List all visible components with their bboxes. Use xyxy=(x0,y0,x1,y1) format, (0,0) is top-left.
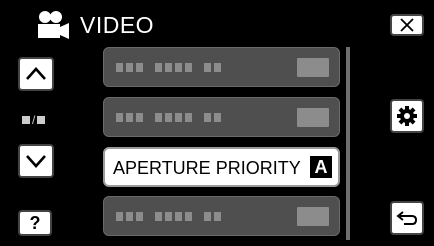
menu-item-label: APERTURE PRIORITY xyxy=(113,158,301,178)
placeholder-value xyxy=(297,58,329,77)
menu-item[interactable] xyxy=(103,196,340,236)
close-icon xyxy=(400,18,414,32)
placeholder-value xyxy=(297,207,329,226)
current-page-marker xyxy=(22,116,30,124)
placeholder-text xyxy=(116,212,221,221)
back-button[interactable] xyxy=(390,201,424,235)
placeholder-text xyxy=(116,63,221,72)
help-button[interactable]: ? xyxy=(18,210,52,236)
video-camera-icon xyxy=(36,10,70,40)
menu-item-aperture-priority[interactable]: APERTURE PRIORITY A xyxy=(103,147,340,187)
settings-button[interactable] xyxy=(390,99,424,133)
scrollbar[interactable] xyxy=(346,47,350,240)
up-arrow-icon xyxy=(26,67,46,80)
scroll-up-button[interactable] xyxy=(18,57,54,91)
page-indicator: / xyxy=(22,113,46,127)
scroll-down-button[interactable] xyxy=(18,144,54,178)
menu-item[interactable] xyxy=(103,47,340,87)
down-arrow-icon xyxy=(26,155,46,168)
page-title: VIDEO xyxy=(80,12,155,38)
aperture-mode-badge: A xyxy=(310,156,332,178)
menu-item[interactable] xyxy=(103,97,340,137)
placeholder-value xyxy=(297,108,329,127)
gear-icon xyxy=(397,106,417,126)
close-button[interactable] xyxy=(390,14,424,36)
placeholder-text xyxy=(116,113,221,122)
return-icon xyxy=(396,211,418,225)
total-pages-marker xyxy=(37,116,46,124)
